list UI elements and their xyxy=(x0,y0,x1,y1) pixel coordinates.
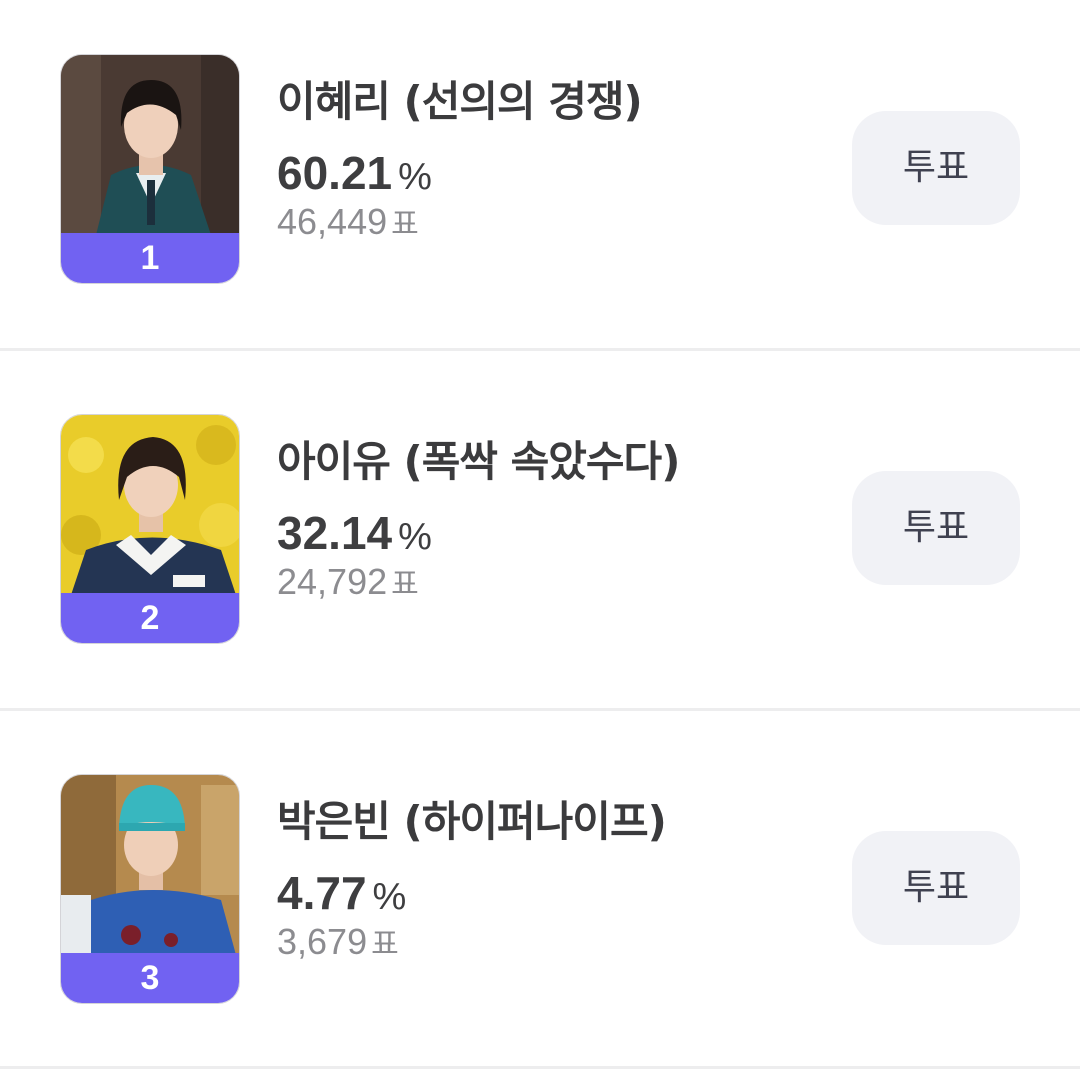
candidate-row: 3 박은빈 (하이퍼나이프) 4.77% 3,679 표 투표 xyxy=(0,720,1080,1080)
candidate-info: 아이유 (폭싹 속았수다) 32.14% 24,792 표 xyxy=(277,432,817,604)
percentage-unit: % xyxy=(398,516,432,558)
vote-percentage: 60.21% xyxy=(277,146,817,200)
vote-count-unit: 표 xyxy=(371,927,399,962)
candidate-photo: 1 xyxy=(60,54,240,284)
portrait-image xyxy=(61,775,239,955)
vote-count: 46,449 표 xyxy=(277,200,817,244)
candidate-name: 아이유 (폭싹 속았수다) xyxy=(277,437,680,486)
vote-count-value: 3,679 xyxy=(277,921,368,962)
vote-count-value: 46,449 xyxy=(277,201,388,242)
rank-badge: 2 xyxy=(61,593,239,643)
percentage-unit: % xyxy=(372,876,407,918)
vote-button[interactable]: 투표 xyxy=(852,831,1020,945)
vote-count-value: 24,792 xyxy=(277,561,388,602)
candidate-photo: 3 xyxy=(60,774,240,1004)
divider xyxy=(0,708,1080,711)
candidate-row: 1 이혜리 (선의의 경쟁) 60.21% 46,449 표 투표 xyxy=(0,0,1080,360)
candidate-name: 박은빈 (하이퍼나이프) xyxy=(277,797,667,846)
ranking-list: 1 이혜리 (선의의 경쟁) 60.21% 46,449 표 투표 2 아이유 … xyxy=(0,0,1080,1069)
vote-count: 24,792 표 xyxy=(277,560,817,604)
candidate-row: 2 아이유 (폭싹 속았수다) 32.14% 24,792 표 투표 xyxy=(0,360,1080,720)
vote-percentage: 4.77% xyxy=(277,866,817,920)
vote-count-unit: 표 xyxy=(391,567,419,602)
divider xyxy=(0,348,1080,351)
portrait-image xyxy=(61,55,239,235)
rank-badge: 3 xyxy=(61,953,239,1003)
candidate-info: 이혜리 (선의의 경쟁) 60.21% 46,449 표 xyxy=(277,72,817,244)
candidate-info: 박은빈 (하이퍼나이프) 4.77% 3,679 표 xyxy=(277,792,817,964)
percentage-value: 60.21 xyxy=(277,147,393,199)
candidate-photo: 2 xyxy=(60,414,240,644)
portrait-image xyxy=(61,415,239,595)
vote-count: 3,679 표 xyxy=(277,920,817,964)
vote-count-unit: 표 xyxy=(391,207,419,242)
vote-button[interactable]: 투표 xyxy=(852,111,1020,225)
percentage-value: 32.14 xyxy=(277,507,393,559)
candidate-name: 이혜리 (선의의 경쟁) xyxy=(277,77,643,126)
rank-badge: 1 xyxy=(61,233,239,283)
percentage-value: 4.77 xyxy=(277,867,367,919)
percentage-unit: % xyxy=(398,156,432,198)
vote-button[interactable]: 투표 xyxy=(852,471,1020,585)
vote-percentage: 32.14% xyxy=(277,506,817,560)
